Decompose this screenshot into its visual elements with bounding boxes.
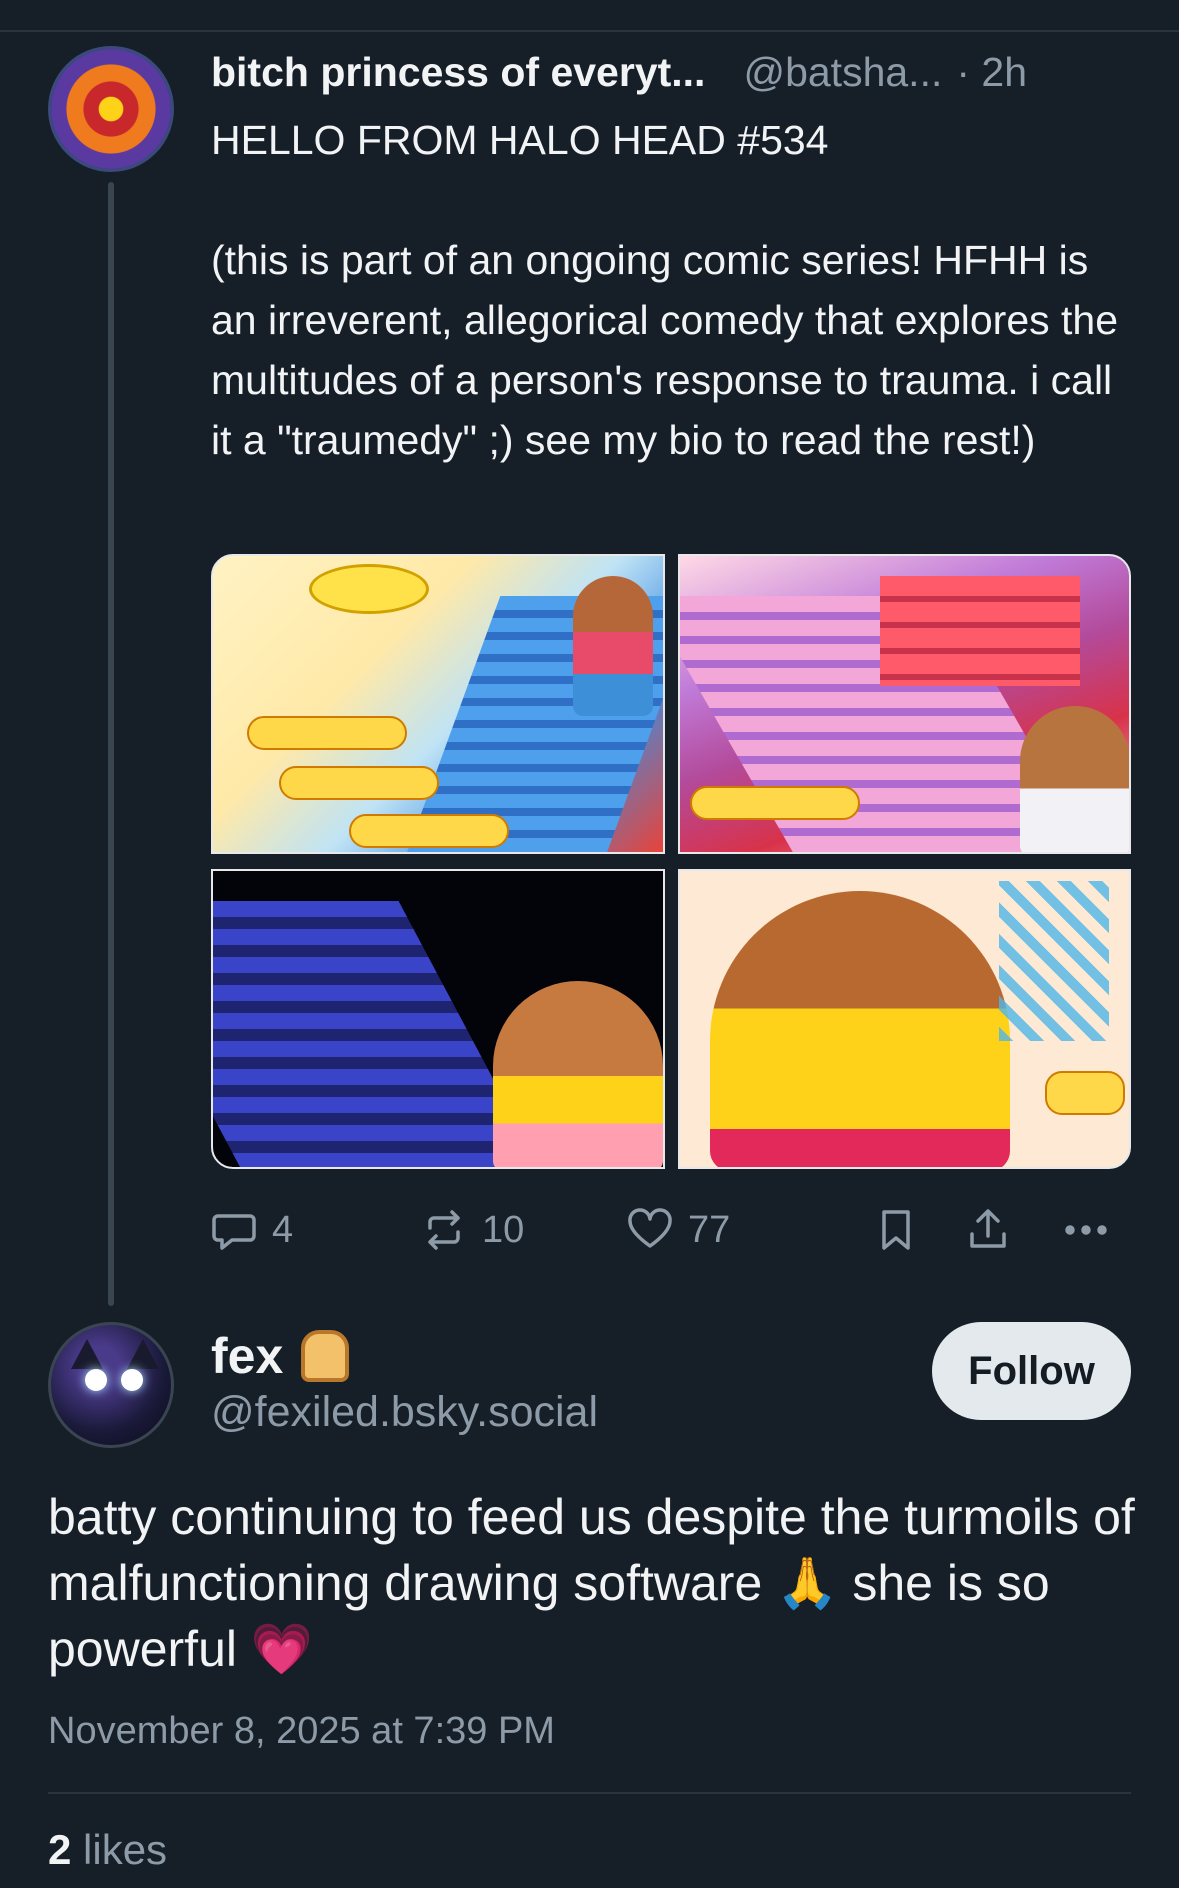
cat-eye — [121, 1369, 143, 1391]
parent-timestamp: · 2h — [956, 48, 1028, 95]
character — [493, 981, 663, 1167]
cat-ear — [127, 1339, 159, 1369]
comic-panel-3[interactable] — [211, 869, 665, 1169]
character — [710, 891, 1010, 1167]
post-date: November 8, 2025 at 7:39 PM — [48, 1710, 555, 1752]
follow-button[interactable]: Follow — [932, 1322, 1131, 1420]
character — [1020, 706, 1129, 852]
comic-panel-2[interactable] — [678, 554, 1131, 854]
more-options-button[interactable] — [1062, 1200, 1110, 1260]
cat-ear — [71, 1339, 103, 1369]
parent-handle[interactable]: @batsha... — [743, 49, 942, 96]
bookmark-button[interactable] — [872, 1200, 920, 1260]
comic-panel-1[interactable] — [211, 554, 665, 854]
likes-summary[interactable]: 2 likes — [48, 1826, 167, 1874]
like-count: 77 — [688, 1208, 731, 1251]
heart-emoji: 💗 — [250, 1620, 314, 1678]
parent-post-text: HELLO FROM HALO HEAD #534 (this is part … — [211, 117, 1119, 463]
reply-display-name-row[interactable]: fex — [211, 1326, 350, 1386]
bookshelf — [880, 576, 1080, 686]
parent-avatar[interactable] — [48, 46, 174, 172]
likes-label: likes — [71, 1826, 168, 1873]
repost-icon — [428, 1210, 460, 1250]
share-button[interactable] — [964, 1200, 1012, 1260]
reply-icon — [212, 1214, 256, 1250]
share-icon — [970, 1209, 1006, 1248]
speech-bubble — [279, 766, 439, 800]
top-divider — [0, 30, 1179, 32]
speech-bubble — [690, 786, 860, 820]
divider — [48, 1792, 1131, 1794]
reply-post-text: batty continuing to feed us despite the … — [48, 1484, 1148, 1682]
sound-effect — [999, 881, 1109, 1041]
comic-panel-4[interactable] — [678, 869, 1131, 1169]
speech-bubble — [247, 716, 407, 750]
thread-line — [108, 182, 114, 1306]
parent-post-header: bitch princess of everyt... @batsha... ·… — [211, 44, 1141, 100]
likes-count: 2 — [48, 1826, 72, 1873]
reply-avatar[interactable] — [48, 1322, 174, 1448]
cat-eye — [85, 1369, 107, 1391]
parent-display-name[interactable]: bitch princess of everyt... — [211, 49, 705, 96]
heart-icon — [628, 1208, 672, 1248]
bookmark-icon — [882, 1210, 910, 1250]
lamp — [309, 564, 429, 614]
pray-emoji: 🙏 — [776, 1554, 839, 1612]
reply-count: 4 — [272, 1208, 294, 1251]
repost-button[interactable]: 10 — [420, 1200, 524, 1260]
repost-count: 10 — [482, 1208, 525, 1251]
reply-display-name: fex — [211, 1328, 284, 1384]
reply-button[interactable]: 4 — [210, 1200, 293, 1260]
bread-icon — [301, 1330, 350, 1382]
speech-bubble — [1045, 1071, 1125, 1115]
reply-handle[interactable]: @fexiled.bsky.social — [211, 1388, 598, 1437]
like-button[interactable]: 77 — [626, 1200, 730, 1260]
character — [573, 576, 653, 716]
more-icon — [1065, 1225, 1107, 1235]
speech-bubble — [349, 814, 509, 848]
